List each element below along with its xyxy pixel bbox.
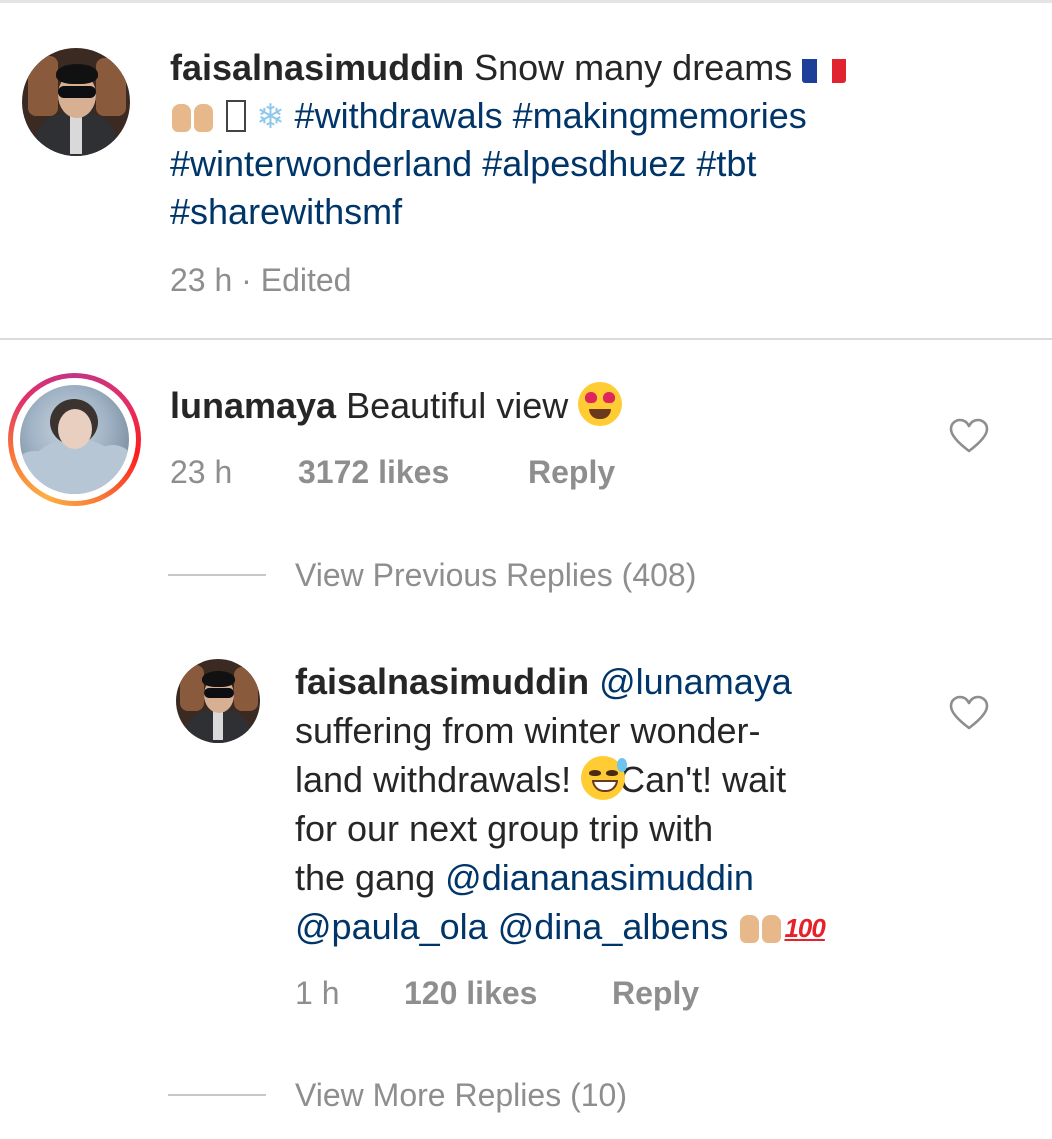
snowflake-icon: ❄ [256, 98, 285, 136]
grinning-sweat-emoji-icon [581, 756, 628, 800]
reply-likes[interactable]: 120 likes [404, 975, 537, 1012]
comment-likes[interactable]: 3172 likes [298, 454, 449, 491]
hashtags-line3[interactable]: #sharewithsmf [170, 188, 402, 236]
reply-line5-text: the gang [295, 857, 436, 898]
mention-lunamaya[interactable]: @lunamaya [599, 661, 792, 702]
thread-line [168, 574, 266, 576]
avatar-faisalnasimuddin-reply[interactable] [176, 659, 260, 743]
avatar-lunamaya[interactable] [20, 385, 129, 494]
reply-reply-button[interactable]: Reply [612, 975, 699, 1012]
view-previous-replies-button[interactable]: View Previous Replies (408) [295, 557, 696, 594]
heart-eyes-emoji-icon [578, 382, 623, 426]
view-more-replies-button[interactable]: View More Replies (10) [295, 1077, 627, 1114]
caption-text: Snow many dreams [474, 47, 793, 88]
comment-time: 23 h [170, 454, 233, 490]
mention-dina-albens[interactable]: @dina_albens [498, 906, 729, 947]
comment-username[interactable]: lunamaya [170, 385, 336, 426]
comment-text-line: lunamaya Beautiful view [170, 382, 623, 430]
reply-username[interactable]: faisalnasimuddin [295, 661, 589, 702]
reply-line3-text-b: Can't! wait [619, 759, 787, 800]
story-ring[interactable] [8, 373, 141, 506]
reply-line5: the gang @diananasimuddin [295, 854, 754, 902]
hashtags-line2[interactable]: #winterwonderland #alpesdhuez #tbt [170, 140, 756, 188]
thread-line [168, 1094, 266, 1096]
post-meta: 23 h · Edited [170, 262, 352, 298]
reply-line2: suffering from winter wonder- [295, 710, 761, 751]
missing-glyph-icon [226, 100, 247, 132]
post-caption-line2: ❄ #withdrawals #makingmemories [170, 92, 807, 141]
hundred-points-icon: 100 [784, 913, 825, 943]
top-separator [0, 0, 1052, 3]
france-flag-icon [802, 53, 847, 83]
comment-text: Beautiful view [346, 385, 569, 426]
hashtags-line1[interactable]: #withdrawals #makingmemories [295, 95, 807, 136]
like-heart-icon[interactable] [949, 418, 989, 454]
post-username[interactable]: faisalnasimuddin [170, 47, 464, 88]
reply-time: 1 h [295, 975, 340, 1011]
raising-hands-icon [738, 909, 784, 943]
reply-line4: for our next group trip with [295, 808, 714, 849]
like-heart-icon[interactable] [949, 695, 989, 731]
caption-divider [0, 338, 1052, 340]
reply-line3-text: land withdrawals! [295, 759, 572, 800]
reply-line3: land withdrawals! Can't! wait [295, 756, 786, 804]
mention-paula-ola[interactable]: @paula_ola [295, 906, 488, 947]
reply-line6: @paula_ola @dina_albens 100 [295, 903, 826, 952]
mention-diananasimuddin[interactable]: @diananasimuddin [445, 857, 754, 898]
raising-hands-icon [170, 98, 216, 132]
post-caption-line1: faisalnasimuddin Snow many dreams [170, 44, 847, 92]
reply-line1: faisalnasimuddin @lunamaya [295, 658, 792, 706]
avatar-faisalnasimuddin[interactable] [22, 48, 130, 156]
comment-reply-button[interactable]: Reply [528, 454, 615, 491]
